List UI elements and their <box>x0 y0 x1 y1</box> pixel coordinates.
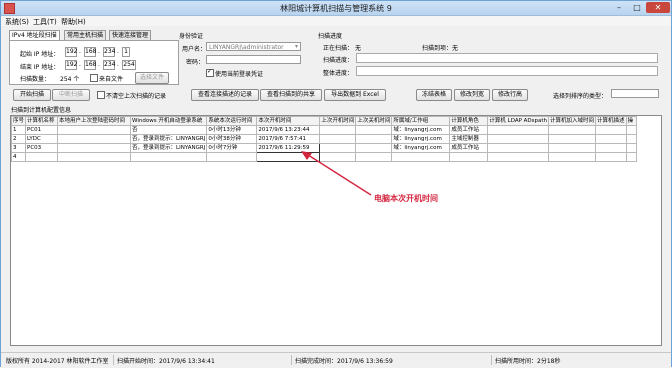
annotation-label: 电脑本次开机时间 <box>374 194 438 203</box>
status-divider <box>491 355 492 365</box>
status-duration: 扫描所用时间：2分18秒 <box>495 358 561 365</box>
app-window: 林阳城计算机扫描与管理系统 9 – □ ✕ 系统(S) 工具(T) 帮助(H) … <box>0 0 672 367</box>
annotation-arrow <box>301 151 372 196</box>
status-end-time: 扫描完成时间：2017/9/6 13:36:59 <box>295 358 393 365</box>
status-start-time: 扫描开始时间：2017/9/6 13:34:41 <box>117 358 215 365</box>
status-copyright: 版权所有 2014-2017 林阳软件工作室 <box>6 358 109 365</box>
status-divider <box>291 355 292 365</box>
status-bar: 版权所有 2014-2017 林阳软件工作室 扫描开始时间：2017/9/6 1… <box>1 352 671 367</box>
status-divider <box>113 355 114 365</box>
